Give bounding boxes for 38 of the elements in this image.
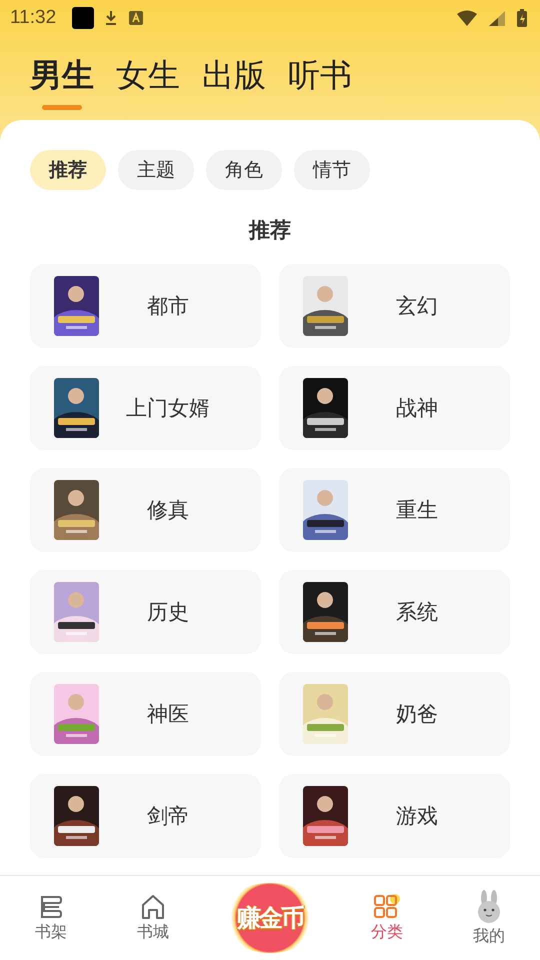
category-card[interactable]: 历史	[30, 570, 261, 654]
category-card[interactable]: 都市	[30, 264, 261, 348]
category-label: 战神	[395, 395, 439, 422]
category-label: 奶爸	[395, 701, 439, 728]
category-card[interactable]: 战神	[279, 366, 510, 450]
filter-chip[interactable]: 角色	[206, 150, 282, 190]
nav-tab[interactable]: 我的	[454, 890, 524, 946]
category-label: 神医	[146, 701, 190, 728]
category-tab[interactable]: 女生	[112, 50, 184, 110]
nav-tab[interactable]: 分类	[352, 894, 422, 942]
category-card[interactable]: 玄幻	[279, 264, 510, 348]
category-card[interactable]: 剑帝	[30, 774, 261, 858]
category-tab[interactable]: 听书	[284, 50, 356, 110]
filter-chip[interactable]: 主题	[118, 150, 194, 190]
filter-chip[interactable]: 情节	[294, 150, 370, 190]
category-label: 都市	[146, 293, 190, 320]
category-tab[interactable]: 男生	[26, 50, 98, 110]
category-label: 历史	[146, 599, 190, 626]
filter-chip[interactable]: 推荐	[30, 150, 106, 190]
status-time: 11:32	[10, 7, 56, 29]
category-tab[interactable]: 出版	[198, 50, 270, 110]
category-card[interactable]: 奶爸	[279, 672, 510, 756]
nav-tab[interactable]: 书城	[118, 894, 188, 942]
category-label: 修真	[146, 497, 190, 524]
category-label: 上门女婿	[125, 395, 211, 422]
category-card[interactable]: 上门女婿	[30, 366, 261, 450]
category-label: 玄幻	[395, 293, 439, 320]
category-card[interactable]: 修真	[30, 468, 261, 552]
category-label: 游戏	[395, 803, 439, 830]
category-label: 剑帝	[146, 803, 190, 830]
category-label: 重生	[395, 497, 439, 524]
section-title: 推荐	[248, 217, 292, 244]
category-label: 系统	[395, 599, 439, 626]
category-card[interactable]: 神医	[30, 672, 261, 756]
category-card[interactable]: 重生	[279, 468, 510, 552]
category-card[interactable]: 系统	[279, 570, 510, 654]
nav-tab[interactable]: 书架	[16, 894, 86, 942]
category-card[interactable]: 游戏	[279, 774, 510, 858]
